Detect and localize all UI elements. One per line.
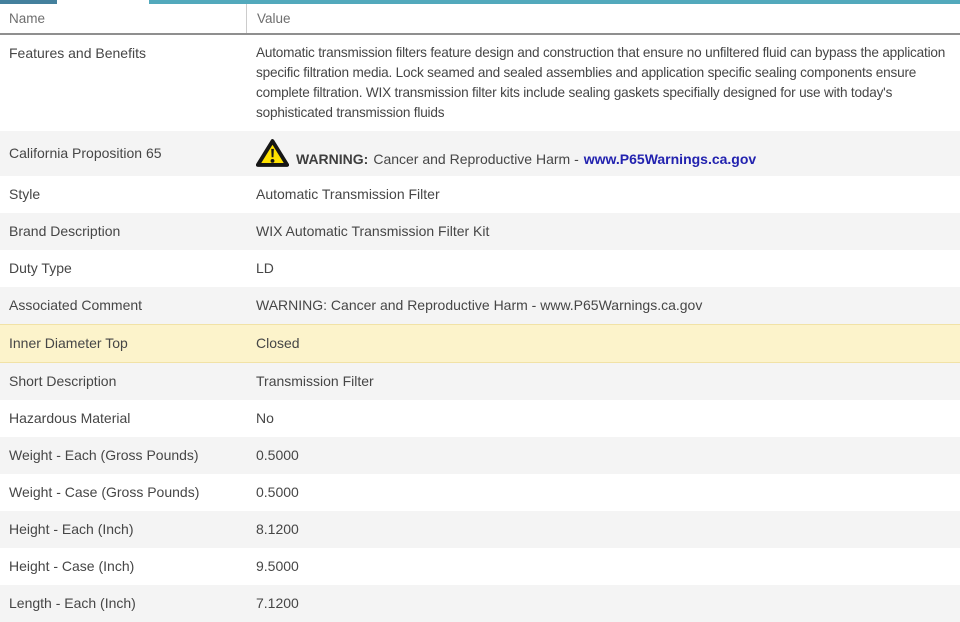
table-row[interactable]: Features and Benefits Automatic transmis… — [0, 35, 960, 131]
attribute-value-cell: 0.5000 — [246, 437, 960, 474]
attribute-name-cell: California Proposition 65 — [0, 135, 246, 172]
column-header-value: Value — [247, 4, 291, 33]
attribute-value-cell: WIX Automatic Transmission Filter Kit — [246, 213, 960, 250]
table-row[interactable]: Inner Diameter Top Closed — [0, 324, 960, 363]
table-row[interactable]: Hazardous Material No — [0, 400, 960, 437]
table-row[interactable]: Associated Comment WARNING: Cancer and R… — [0, 287, 960, 324]
attribute-value-cell: 9.5000 — [246, 548, 960, 585]
table-row[interactable]: California Proposition 65 WARNING: Cance… — [0, 131, 960, 176]
attribute-value-cell: No — [246, 400, 960, 437]
p65warnings-link[interactable]: www.P65Warnings.ca.gov — [584, 151, 756, 168]
attribute-value-cell: LD — [246, 250, 960, 287]
attribute-name-cell: Length - Each (Inch) — [0, 585, 246, 622]
table-row[interactable]: Short Description Transmission Filter — [0, 363, 960, 400]
warning-label: WARNING: — [296, 151, 368, 168]
tab-strip — [0, 0, 960, 4]
column-header-name: Name — [0, 4, 247, 33]
attribute-name-cell: Style — [0, 176, 246, 213]
attribute-name-cell: Hazardous Material — [0, 400, 246, 437]
inactive-tab-edge[interactable] — [0, 0, 57, 4]
product-attributes-panel: { "columns": { "name": "Name", "value": … — [0, 0, 960, 622]
table-row[interactable]: Height - Each (Inch) 8.1200 — [0, 511, 960, 548]
attribute-name-cell: Short Description — [0, 363, 246, 400]
attribute-name-cell: Brand Description — [0, 213, 246, 250]
attribute-value-cell: 0.5000 — [246, 474, 960, 511]
attribute-value-cell: WARNING: Cancer and Reproductive Harm - … — [246, 131, 960, 176]
attribute-value-cell: Closed — [246, 325, 960, 362]
attribute-value-cell: 8.1200 — [246, 511, 960, 548]
attribute-value-cell: 7.1200 — [246, 585, 960, 622]
attribute-name-cell: Height - Each (Inch) — [0, 511, 246, 548]
attribute-name-cell: Weight - Each (Gross Pounds) — [0, 437, 246, 474]
attribute-value-cell: Automatic transmission filters feature d… — [246, 35, 960, 131]
attribute-table: Features and Benefits Automatic transmis… — [0, 35, 960, 622]
attribute-value-cell: Automatic Transmission Filter — [246, 176, 960, 213]
attribute-value-cell: Transmission Filter — [246, 363, 960, 400]
table-row[interactable]: Style Automatic Transmission Filter — [0, 176, 960, 213]
active-tab-edge[interactable] — [57, 0, 149, 4]
attribute-name-cell: Duty Type — [0, 250, 246, 287]
table-row[interactable]: Brand Description WIX Automatic Transmis… — [0, 213, 960, 250]
table-header: Name Value — [0, 4, 960, 35]
attribute-name-cell: Inner Diameter Top — [0, 325, 246, 362]
attribute-value-cell: WARNING: Cancer and Reproductive Harm - … — [246, 287, 960, 324]
table-row[interactable]: Weight - Case (Gross Pounds) 0.5000 — [0, 474, 960, 511]
attribute-name-cell: Features and Benefits — [0, 35, 246, 72]
table-row[interactable]: Duty Type LD — [0, 250, 960, 287]
table-row[interactable]: Length - Each (Inch) 7.1200 — [0, 585, 960, 622]
table-row[interactable]: Height - Case (Inch) 9.5000 — [0, 548, 960, 585]
table-row[interactable]: Weight - Each (Gross Pounds) 0.5000 — [0, 437, 960, 474]
warning-triangle-icon — [256, 138, 289, 168]
warning-text: Cancer and Reproductive Harm - — [373, 151, 578, 168]
attribute-name-cell: Weight - Case (Gross Pounds) — [0, 474, 246, 511]
attribute-name-cell: Height - Case (Inch) — [0, 548, 246, 585]
attribute-name-cell: Associated Comment — [0, 287, 246, 324]
